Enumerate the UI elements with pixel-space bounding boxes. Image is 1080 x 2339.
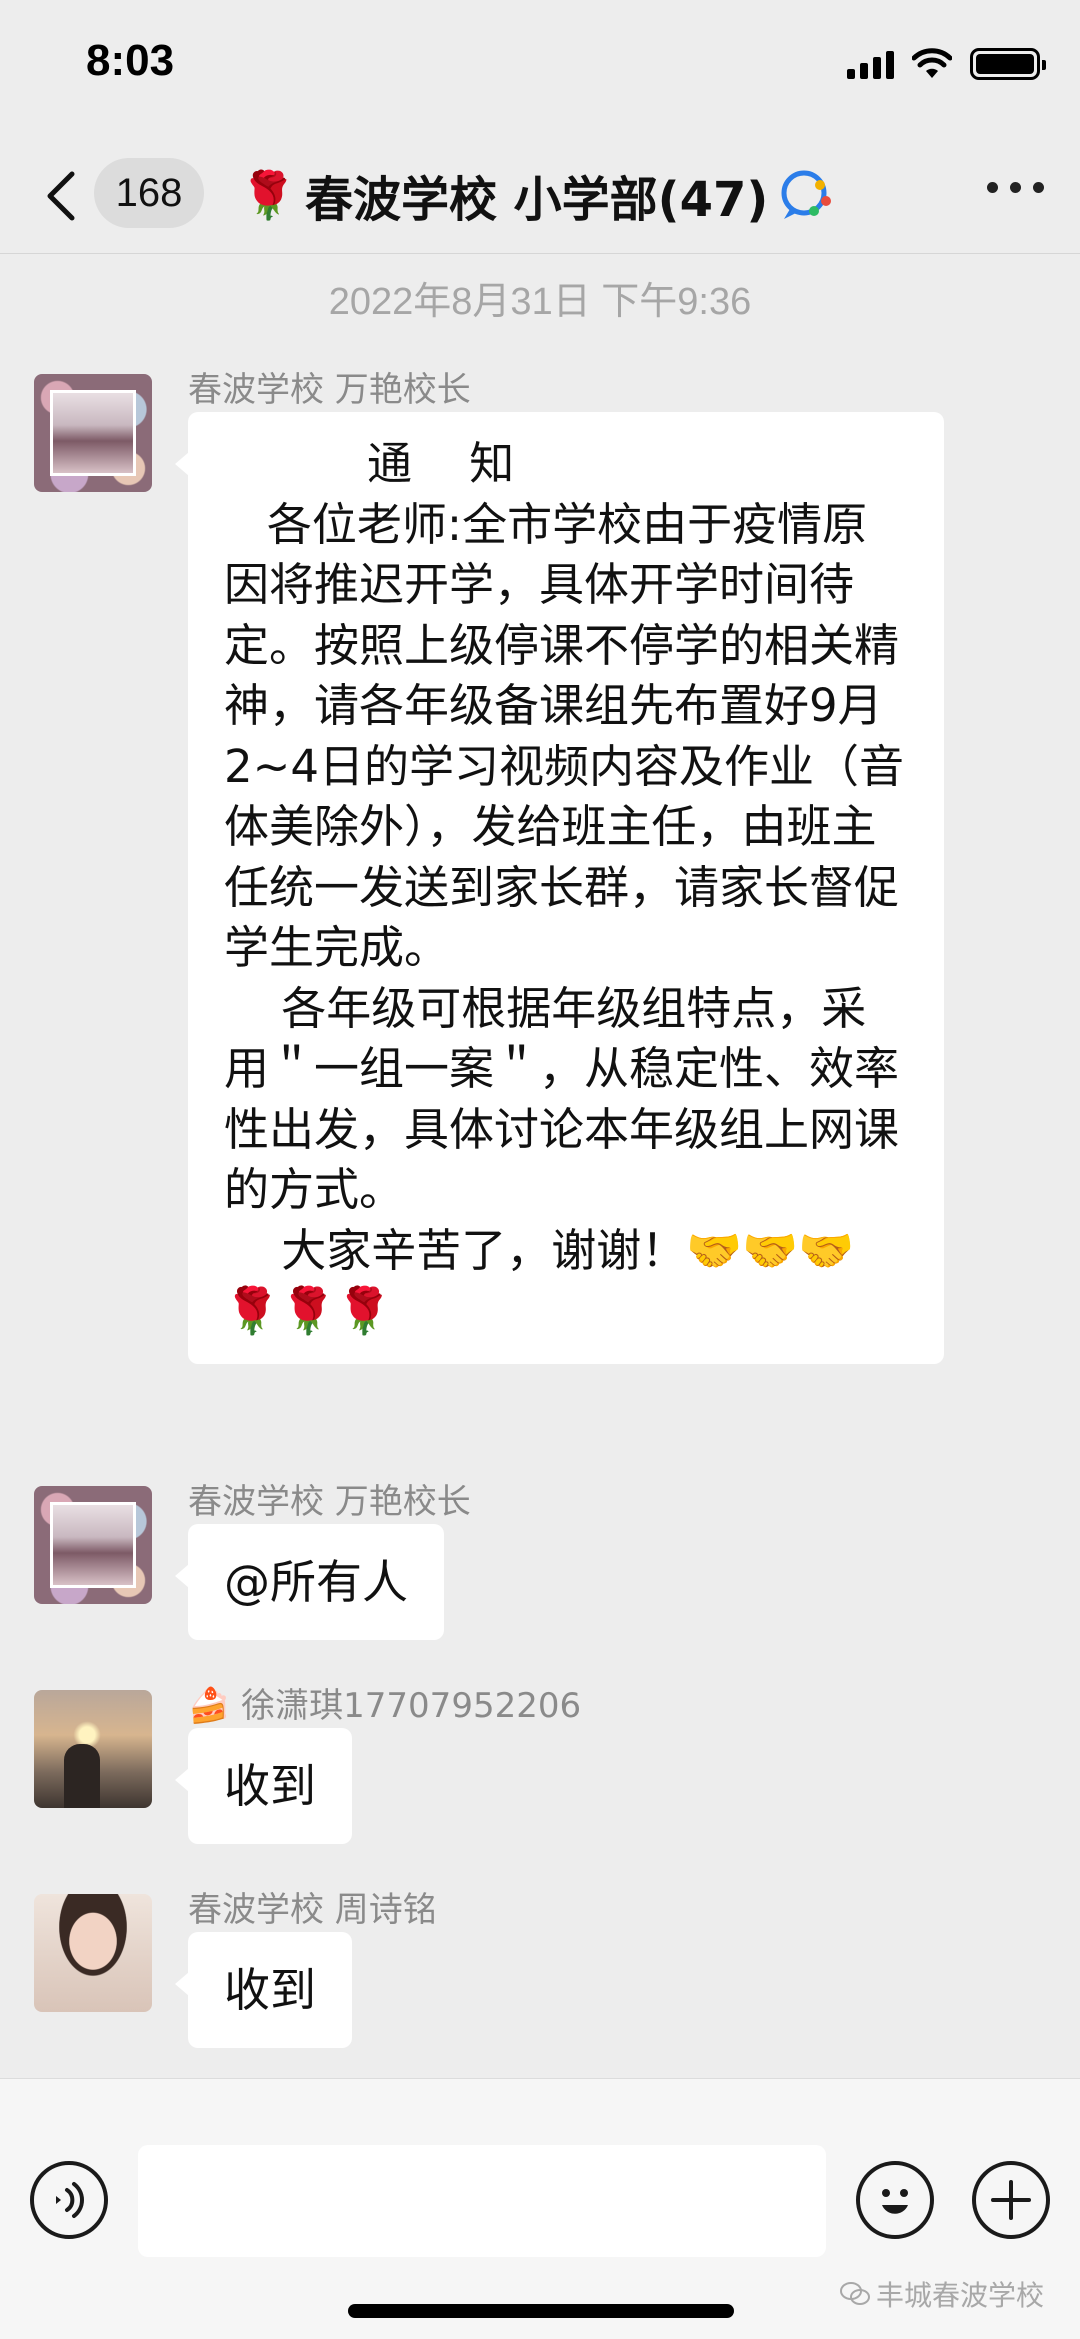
sender-name: 🍰 徐潇琪17707952206 — [188, 1678, 581, 1727]
wecom-chat-icon — [781, 170, 832, 219]
chat-title: 🌹 春波学校 小学部(47) — [0, 160, 1080, 230]
status-bar: 8:03 — [0, 0, 1080, 140]
sender-name: 春波学校 万艳校长 — [188, 1482, 471, 1522]
wechat-logo-icon — [840, 2282, 870, 2305]
watermark-text: 丰城春波学校 — [876, 2279, 1045, 2312]
chat-header: 168 🌹 春波学校 小学部(47) — [0, 140, 1080, 254]
wifi-icon — [912, 48, 952, 78]
sender-name-text: 徐潇琪17707952206 — [241, 1686, 582, 1726]
status-icons — [847, 48, 1046, 80]
sender-name: 春波学校 万艳校长 — [188, 370, 471, 410]
message-text: 收到 — [224, 1963, 316, 2017]
avatar[interactable] — [34, 1894, 152, 2012]
message-bubble[interactable]: @所有人 — [175, 1524, 444, 1640]
smiley-icon — [882, 2189, 908, 2214]
more-dots-icon[interactable] — [987, 182, 1044, 193]
message-item: 春波学校 万艳校长 @所有人 — [0, 1474, 1080, 1644]
message-item: 🍰 徐潇琪17707952206 收到 — [0, 1678, 1080, 1848]
cellular-signal-icon — [847, 49, 894, 79]
message-bubble[interactable]: 收到 — [175, 1728, 352, 1844]
watermark: 丰城春波学校 — [840, 2274, 1044, 2314]
message-item: 春波学校 万艳校长 通 知 各位老师:全市学校由于疫情原因将推迟开学，具体开学时… — [0, 362, 1080, 1444]
avatar[interactable] — [34, 374, 152, 492]
message-input[interactable] — [138, 2145, 826, 2257]
rose-emoji: 🌹 — [239, 167, 297, 222]
add-button[interactable] — [972, 2161, 1050, 2239]
message-bubble[interactable]: 通 知 各位老师:全市学校由于疫情原因将推迟开学，具体开学时间待定。按照上级停课… — [175, 412, 944, 1364]
home-indicator — [348, 2304, 734, 2318]
plus-icon — [991, 2180, 1031, 2220]
cake-emoji: 🍰 — [188, 1686, 231, 1726]
chat-title-text: 春波学校 小学部(47) — [304, 172, 769, 228]
message-text: 收到 — [224, 1759, 316, 1813]
avatar[interactable] — [34, 1690, 152, 1808]
message-bubble[interactable]: 收到 — [175, 1932, 352, 2048]
voice-button[interactable] — [30, 2161, 108, 2239]
emoji-button[interactable] — [856, 2161, 934, 2239]
sender-name: 春波学校 周诗铭 — [188, 1890, 437, 1930]
message-timestamp: 2022年8月31日 下午9:36 — [328, 281, 752, 323]
battery-icon — [970, 48, 1046, 80]
avatar[interactable] — [34, 1486, 152, 1604]
message-item: 春波学校 周诗铭 收到 — [0, 1882, 1080, 2052]
voice-icon — [56, 2182, 84, 2218]
status-time: 8:03 — [86, 36, 175, 85]
message-text: 通 知 各位老师:全市学校由于疫情原因将推迟开学，具体开学时间待定。按照上级停课… — [224, 437, 904, 1337]
message-text: @所有人 — [224, 1555, 408, 1609]
